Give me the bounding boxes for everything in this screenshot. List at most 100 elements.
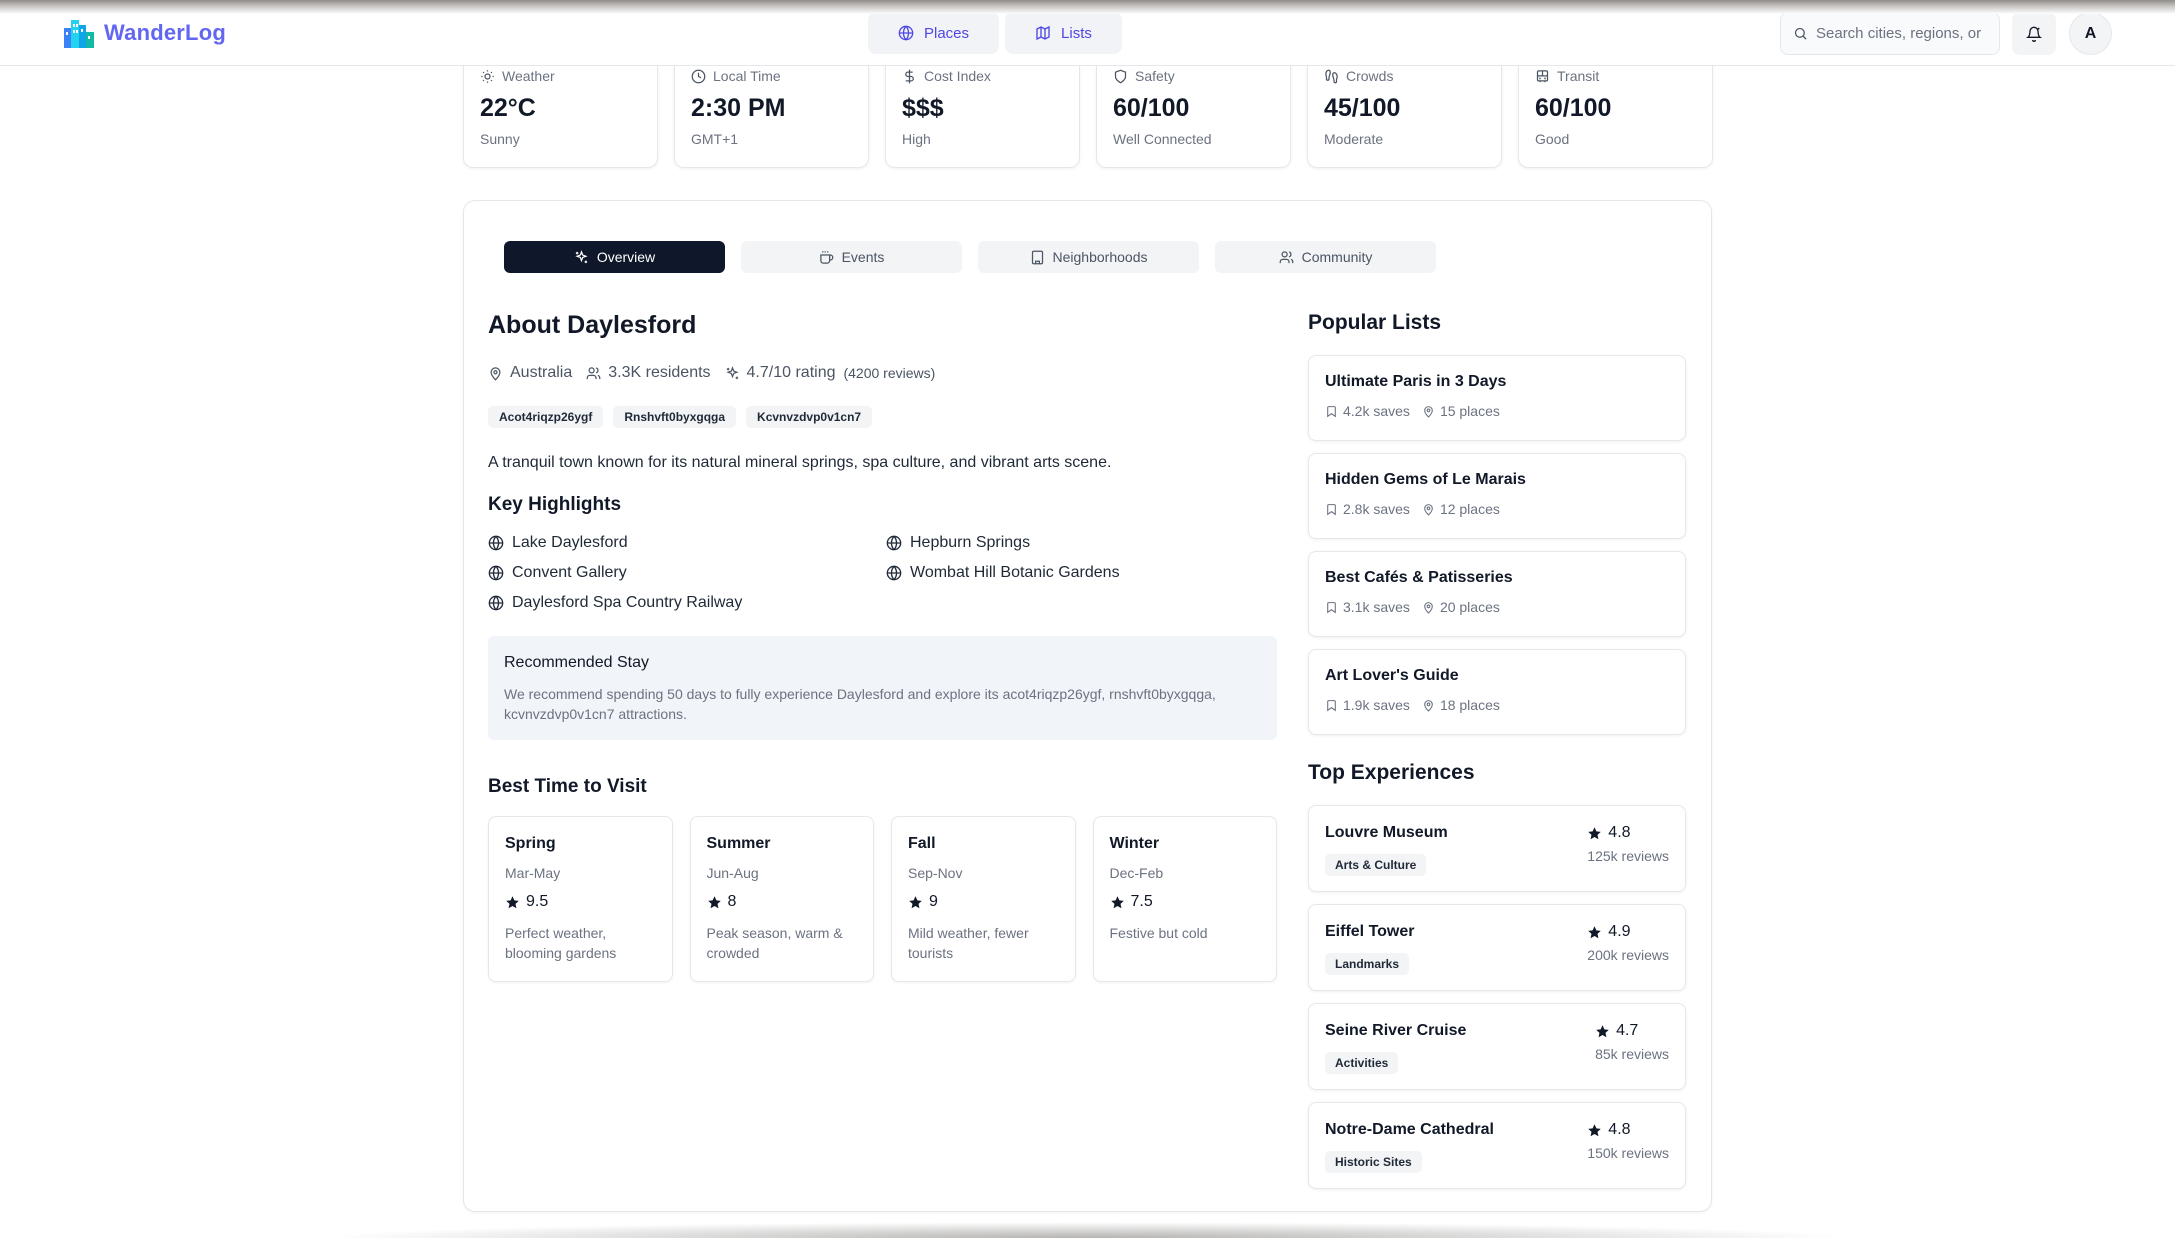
avatar[interactable]: A (2069, 12, 2112, 55)
experience-card[interactable]: Notre-Dame Cathedral Historic Sites 4.8 … (1308, 1102, 1686, 1189)
experience-rating: 4.8 125k reviews (1587, 824, 1669, 864)
stat-sub: Good (1535, 131, 1570, 147)
highlight-label: Wombat Hill Botanic Gardens (910, 564, 1120, 581)
highlight-item[interactable]: Lake Daylesford (488, 534, 886, 552)
star-icon (707, 895, 721, 908)
tag[interactable]: Kcvnvzdvp0v1cn7 (746, 406, 873, 428)
stat-value: 60/100 (1535, 94, 1612, 122)
tab-overview[interactable]: Overview (504, 241, 725, 273)
highlight-item[interactable]: Wombat Hill Botanic Gardens (886, 564, 1276, 582)
stat-sub: GMT+1 (691, 131, 739, 147)
stat-label-row: Weather (480, 68, 641, 84)
tag[interactable]: Rnshvft0byxgqga (613, 406, 737, 428)
app-logo[interactable]: WanderLog (62, 16, 226, 50)
list-places: 20 places (1422, 599, 1500, 615)
globe-icon (488, 535, 504, 551)
search-box[interactable] (1780, 12, 2000, 55)
bookmark-icon (1327, 405, 1336, 417)
tag[interactable]: Acot4riqzp26ygf (488, 406, 604, 428)
star-icon (1596, 1024, 1609, 1037)
search-input[interactable] (1816, 25, 1986, 42)
meta-reviews: (4200 reviews) (843, 365, 936, 381)
star-icon (506, 895, 519, 908)
highlight-item[interactable]: Convent Gallery (488, 564, 886, 582)
season-months: Sep-Nov (908, 865, 963, 881)
star-icon (1588, 925, 1602, 938)
bus-icon (1536, 69, 1549, 82)
experience-rating: 4.7 85k reviews (1595, 1022, 1669, 1062)
season-note: Mild weather, fewer tourists (908, 925, 1029, 961)
meta-rating: 4.7/10 rating (725, 364, 835, 382)
map-pin-icon (490, 366, 501, 381)
list-card[interactable]: Best Cafés & Patisseries 3.1k saves 20 p… (1308, 551, 1686, 637)
list-saves-text: 1.9k saves (1343, 697, 1410, 713)
season-score-value: 9.5 (526, 893, 549, 910)
experience-score: 4.8 (1587, 1121, 1669, 1139)
nav-tab-places[interactable]: Places (868, 12, 1000, 54)
experience-reviews: 125k reviews (1587, 848, 1669, 864)
list-card[interactable]: Hidden Gems of Le Marais 2.8k saves 12 p… (1308, 453, 1686, 539)
tab-community[interactable]: Community (1215, 241, 1436, 273)
nav-tabs: Places Lists (868, 12, 1122, 54)
season-months: Dec-Feb (1109, 865, 1164, 881)
stat-label-row: Transit (1535, 68, 1696, 84)
city-stats: Weather 22°C Sunny Local Time 2:30 PM GM… (463, 50, 1713, 168)
list-places: 12 places (1422, 501, 1500, 517)
experience-card[interactable]: Eiffel Tower Landmarks 4.9 200k reviews (1308, 904, 1686, 991)
experience-reviews: 85k reviews (1595, 1046, 1669, 1062)
dollar-icon (905, 69, 914, 83)
top-experiences-heading: Top Experiences (1308, 761, 1475, 784)
popular-lists: Ultimate Paris in 3 Days 4.2k saves 15 p… (1308, 355, 1686, 735)
experience-card[interactable]: Louvre Museum Arts & Culture 4.8 125k re… (1308, 805, 1686, 892)
season-score: 9.5 (505, 893, 656, 911)
star-icon (1588, 826, 1602, 839)
experience-reviews: 200k reviews (1587, 947, 1669, 963)
highlight-label: Convent Gallery (512, 564, 627, 581)
meta-text: Australia (510, 364, 573, 381)
map-pin-icon (1424, 405, 1433, 418)
globe-icon (886, 565, 902, 581)
tab-events[interactable]: Events (741, 241, 962, 273)
tab-label: Neighborhoods (1052, 249, 1148, 265)
highlight-item[interactable]: Daylesford Spa Country Railway (488, 594, 886, 612)
footprints-icon (1325, 69, 1338, 83)
sparkles-icon (725, 365, 739, 379)
city-meta: Australia 3.3K residents 4.7/10 rating (… (488, 364, 1277, 382)
experience-score: 4.7 (1595, 1022, 1669, 1040)
list-card[interactable]: Ultimate Paris in 3 Days 4.2k saves 15 p… (1308, 355, 1686, 441)
experience-score-value: 4.7 (1616, 1022, 1639, 1039)
stat-label-row: Crowds (1324, 68, 1485, 84)
stat-sub: High (902, 131, 931, 147)
shield-icon (1114, 69, 1127, 83)
stay-text: We recommend spending 50 days to fully e… (504, 686, 1216, 722)
stat-cost-index: Cost Index $$$ High (885, 50, 1080, 168)
season-name: Spring (505, 835, 556, 852)
season-score: 8 (707, 893, 858, 911)
stat-label-row: Cost Index (902, 68, 1063, 84)
city-detail-card: Overview Events Neighborhoods Community … (463, 200, 1712, 1212)
nav-tab-lists[interactable]: Lists (1005, 12, 1122, 54)
search-icon (1794, 27, 1807, 40)
list-name: Hidden Gems of Le Marais (1325, 471, 1526, 488)
experience-rating: 4.9 200k reviews (1587, 923, 1669, 963)
season-card-summer: Summer Jun-Aug 8 Peak season, warm & cro… (689, 816, 874, 982)
stat-label: Local Time (713, 68, 781, 84)
list-card[interactable]: Art Lover's Guide 1.9k saves 18 places (1308, 649, 1686, 735)
meta-text: 3.3K residents (608, 364, 711, 381)
list-places: 18 places (1422, 697, 1500, 713)
list-places-text: 15 places (1439, 403, 1500, 419)
meta-country: Australia (488, 364, 572, 382)
list-saves-text: 4.2k saves (1343, 403, 1410, 419)
season-name: Summer (706, 835, 771, 852)
highlight-label: Hepburn Springs (910, 534, 1031, 551)
tab-label: Community (1301, 249, 1373, 265)
tab-neighborhoods[interactable]: Neighborhoods (978, 241, 1199, 273)
stay-title: Recommended Stay (504, 654, 649, 671)
detail-tabs: Overview Events Neighborhoods Community (504, 241, 1436, 273)
notifications-button[interactable] (2012, 12, 2056, 55)
stat-value: 60/100 (1113, 94, 1190, 122)
experience-card[interactable]: Seine River Cruise Activities 4.7 85k re… (1308, 1003, 1686, 1090)
stat-value: 45/100 (1324, 94, 1401, 122)
stat-value: 22°C (480, 94, 536, 122)
highlight-item[interactable]: Hepburn Springs (886, 534, 1276, 552)
